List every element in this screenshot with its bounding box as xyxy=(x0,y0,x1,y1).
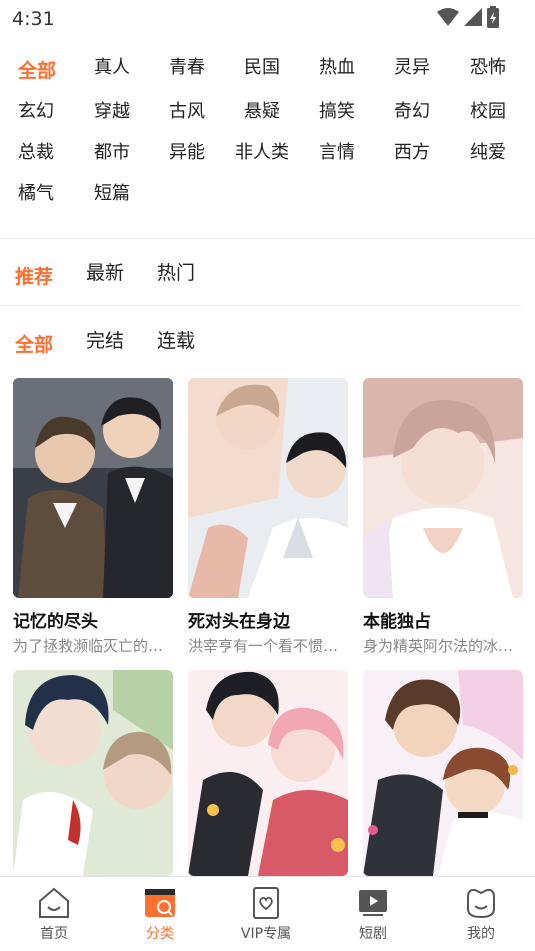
status-bar: 4:31 xyxy=(0,0,535,38)
comic-card[interactable]: 死对头在身边 洪宰亨有一个看不惯… xyxy=(188,378,348,656)
genre-tag[interactable]: 奇幻 xyxy=(394,97,430,123)
category-icon xyxy=(145,889,175,917)
video-icon xyxy=(359,890,387,916)
genre-tag[interactable]: 恐怖 xyxy=(470,53,506,79)
comic-cover[interactable] xyxy=(13,670,173,876)
tab-home[interactable]: 首页 xyxy=(14,885,94,943)
sort-option[interactable]: 最新 xyxy=(86,258,124,285)
vip-icon xyxy=(253,887,279,919)
status-option[interactable]: 连载 xyxy=(157,326,195,353)
comic-cover[interactable] xyxy=(188,670,348,876)
profile-icon xyxy=(467,888,495,919)
divider xyxy=(0,305,522,306)
sort-filter: 推荐 最新 热门 xyxy=(0,258,535,298)
tab-category[interactable]: 分类 xyxy=(120,885,200,943)
tab-label: 分类 xyxy=(146,926,174,942)
divider xyxy=(0,238,535,239)
genre-tag[interactable]: 古风 xyxy=(169,97,205,123)
comic-card[interactable] xyxy=(363,670,523,876)
genre-row: 总裁 都市 异能 非人类 言情 西方 纯爱 xyxy=(0,134,535,175)
genre-tag[interactable]: 异能 xyxy=(169,138,205,164)
comic-desc: 洪宰亨有一个看不惯… xyxy=(188,637,339,655)
home-icon xyxy=(39,887,69,918)
comic-card[interactable]: 本能独占 身为精英阿尔法的冰… xyxy=(363,378,523,656)
genre-tag[interactable]: 热血 xyxy=(319,53,355,79)
genre-tag[interactable]: 言情 xyxy=(319,138,355,164)
genre-tag[interactable]: 纯爱 xyxy=(470,138,506,164)
tab-profile[interactable]: 我的 xyxy=(441,885,521,943)
comic-card[interactable] xyxy=(13,670,173,876)
battery-icon xyxy=(487,6,499,28)
status-option[interactable]: 完结 xyxy=(86,326,124,353)
tab-label: VIP专属 xyxy=(240,926,292,942)
genre-row: 全部 真人 青春 民国 热血 灵异 恐怖 xyxy=(0,48,535,89)
genre-tag[interactable]: 穿越 xyxy=(94,97,130,123)
comic-cover[interactable] xyxy=(13,378,173,598)
genre-tag[interactable]: 非人类 xyxy=(235,138,289,164)
comic-title: 死对头在身边 xyxy=(188,612,290,632)
genre-tag[interactable]: 橘气 xyxy=(18,179,54,205)
genre-tag[interactable]: 民国 xyxy=(244,53,280,79)
genre-tag[interactable]: 短篇 xyxy=(94,179,130,205)
sort-option[interactable]: 热门 xyxy=(157,258,195,285)
genre-tag[interactable]: 校园 xyxy=(470,97,506,123)
genre-tag[interactable]: 西方 xyxy=(394,138,430,164)
status-time: 4:31 xyxy=(12,8,55,30)
genre-tag[interactable]: 真人 xyxy=(94,53,130,79)
genre-tag[interactable]: 悬疑 xyxy=(244,97,280,123)
tab-label: 我的 xyxy=(467,926,495,942)
tab-drama[interactable]: 短剧 xyxy=(333,885,413,943)
comic-title: 本能独占 xyxy=(363,612,431,632)
genre-row: 玄幻 穿越 古风 悬疑 搞笑 奇幻 校园 xyxy=(0,93,535,134)
genre-tag[interactable]: 灵异 xyxy=(394,53,430,79)
bottom-tab-bar: 首页 分类 VIP专属 短剧 我的 xyxy=(0,876,535,951)
comic-desc: 为了拯救濒临灭亡的… xyxy=(13,637,164,655)
comic-desc: 身为精英阿尔法的冰… xyxy=(363,637,514,655)
genre-filter: 全部 真人 青春 民国 热血 灵异 恐怖 玄幻 穿越 古风 悬疑 搞笑 奇幻 校… xyxy=(0,48,535,216)
genre-tag[interactable]: 都市 xyxy=(94,138,130,164)
sort-option-selected[interactable]: 推荐 xyxy=(15,262,53,289)
status-filter: 全部 完结 连载 xyxy=(0,326,535,366)
signal-icon xyxy=(464,8,482,26)
tab-vip[interactable]: VIP专属 xyxy=(226,885,306,943)
genre-row: 橘气 短篇 xyxy=(0,175,535,216)
wifi-icon xyxy=(437,8,459,26)
genre-tag-selected[interactable]: 全部 xyxy=(18,56,56,83)
comic-card[interactable] xyxy=(188,670,348,876)
status-icons xyxy=(437,6,499,28)
tab-label: 首页 xyxy=(40,926,68,942)
comic-title: 记忆的尽头 xyxy=(13,612,98,632)
genre-tag[interactable]: 搞笑 xyxy=(319,97,355,123)
comic-cover[interactable] xyxy=(363,670,523,876)
genre-tag[interactable]: 青春 xyxy=(169,53,205,79)
status-option-selected[interactable]: 全部 xyxy=(15,330,53,357)
genre-tag[interactable]: 总裁 xyxy=(18,138,54,164)
tab-label: 短剧 xyxy=(359,926,387,942)
genre-tag[interactable]: 玄幻 xyxy=(18,97,54,123)
comic-card[interactable]: 记忆的尽头 为了拯救濒临灭亡的… xyxy=(13,378,173,656)
comic-cover[interactable] xyxy=(188,378,348,598)
comic-cover[interactable] xyxy=(363,378,523,598)
